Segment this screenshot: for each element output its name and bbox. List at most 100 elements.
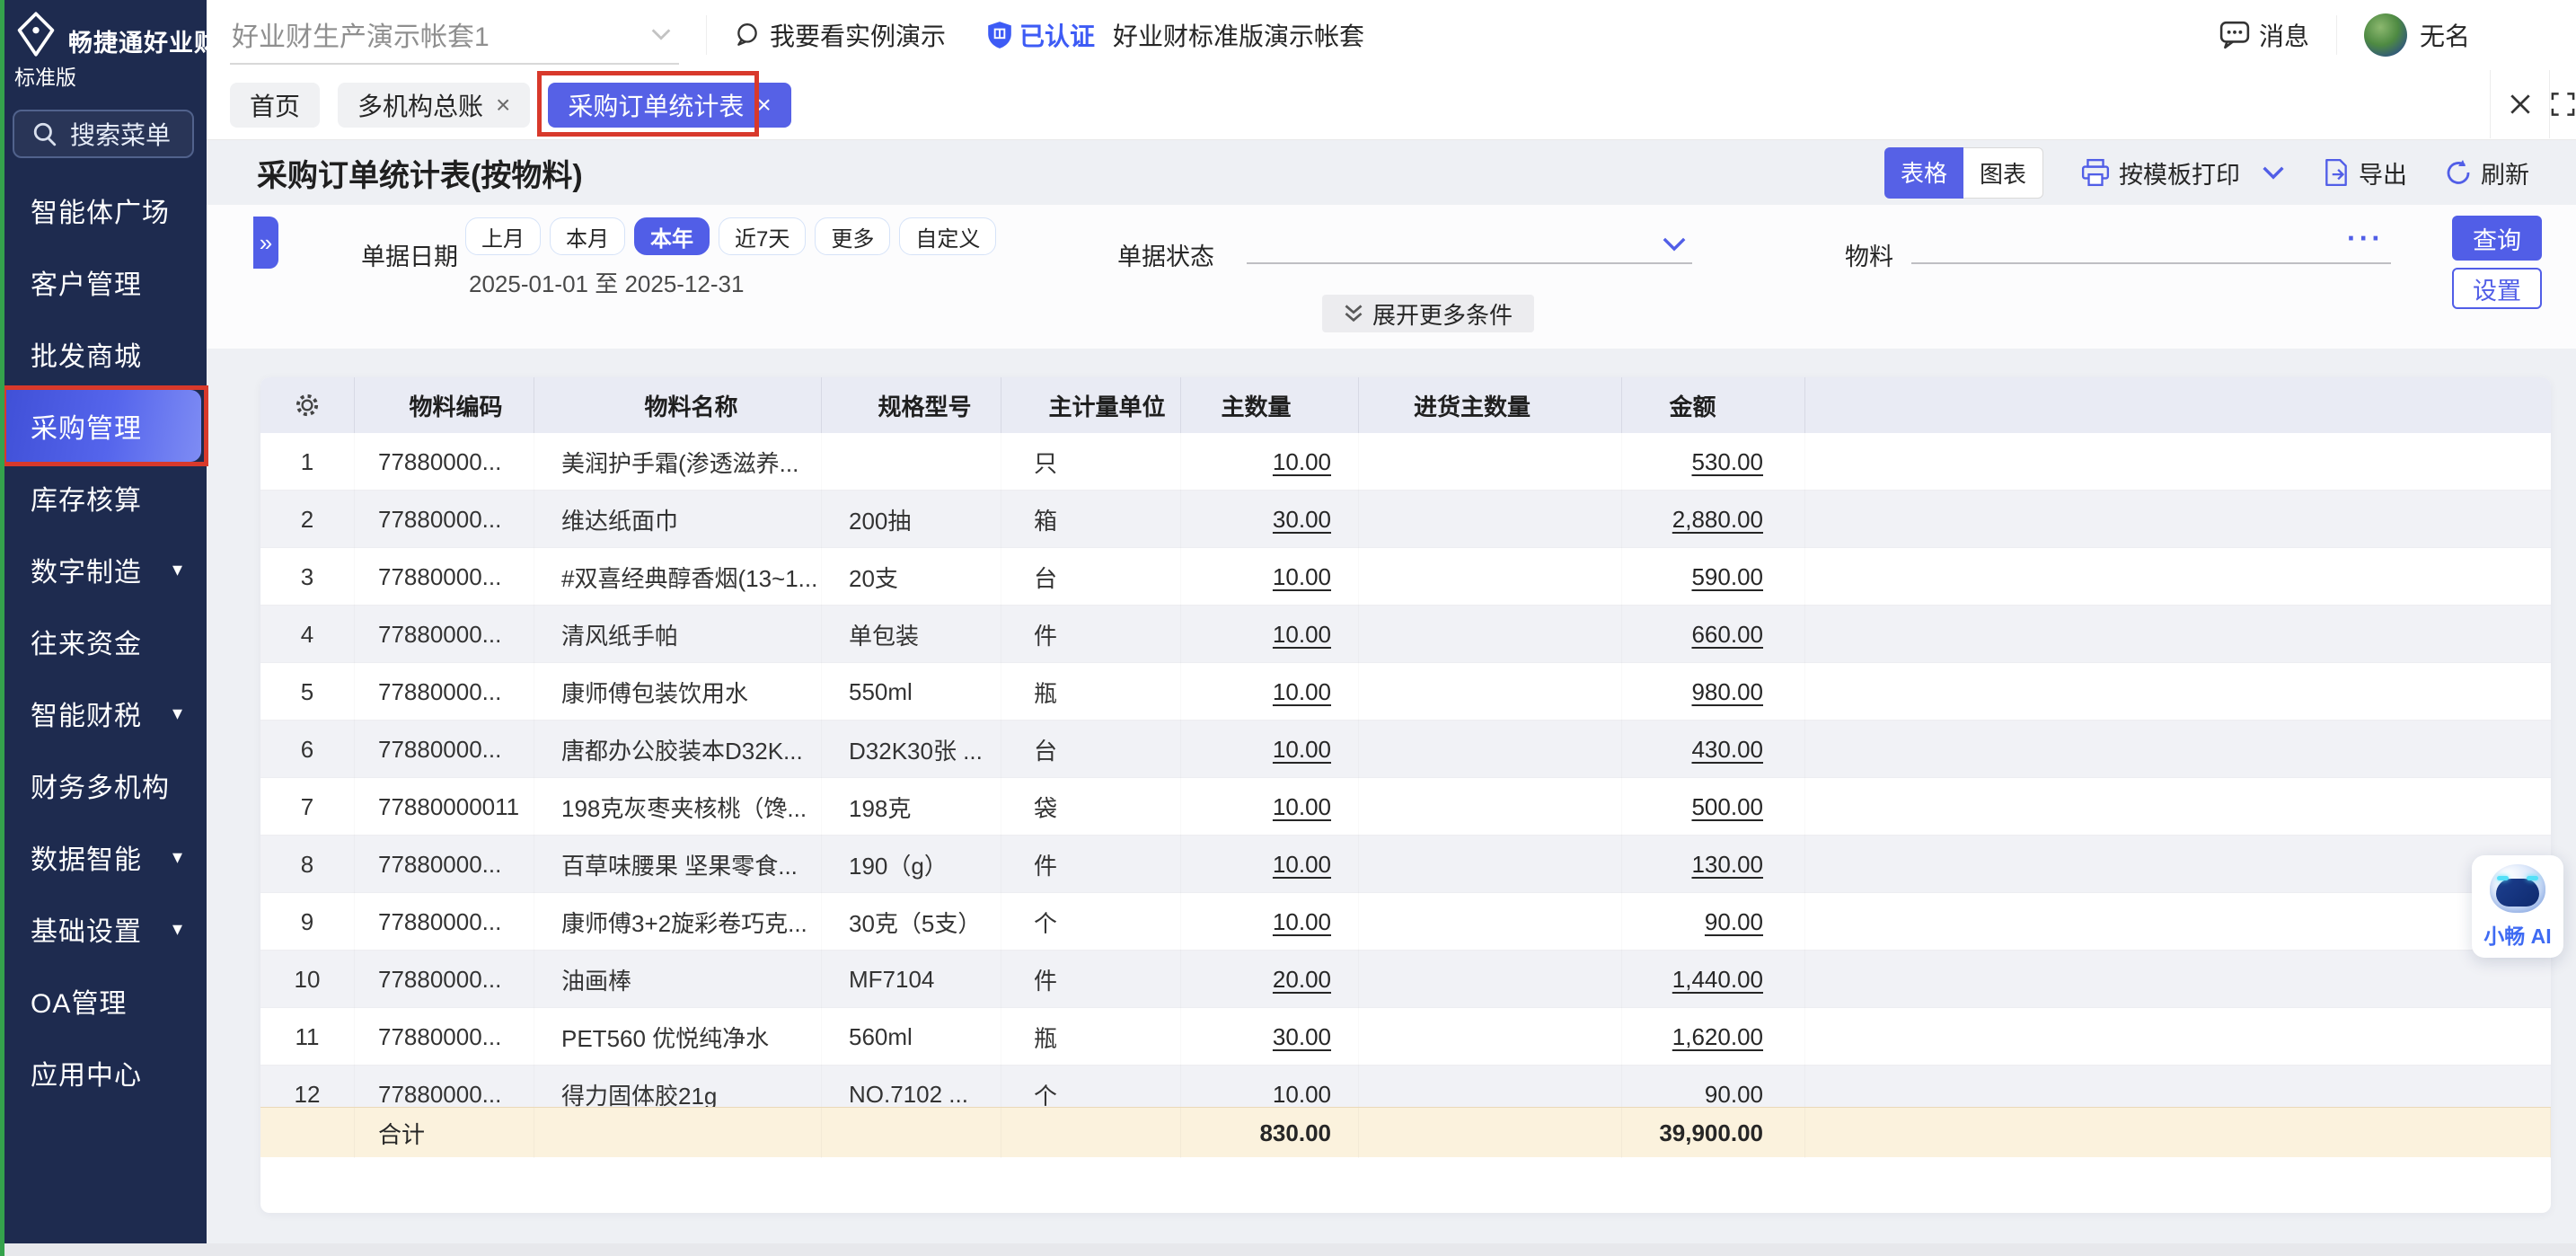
cell-unit: 件: [1001, 951, 1181, 1008]
date-preset-pill[interactable]: 自定义: [899, 217, 996, 255]
gear-icon[interactable]: [294, 392, 321, 419]
message-icon: [2219, 21, 2250, 49]
export-icon: [2323, 158, 2350, 187]
qty-link[interactable]: 10.00: [1273, 1081, 1331, 1108]
tab-采购订单统计表[interactable]: 采购订单统计表×: [548, 83, 790, 128]
cell-code: 77880000...: [355, 548, 534, 606]
tab-close-icon[interactable]: ×: [496, 91, 510, 119]
sidebar-item[interactable]: 往来资金: [0, 606, 207, 677]
sidebar-item[interactable]: 基础设置▾: [0, 893, 207, 965]
verified-badge[interactable]: 已认证: [987, 17, 1095, 53]
tab-多机构总账[interactable]: 多机构总账 ×: [338, 83, 530, 128]
amount-link[interactable]: 980.00: [1691, 678, 1763, 706]
cell-amount: 980.00: [1622, 663, 1805, 721]
export-button[interactable]: 导出: [2323, 155, 2407, 190]
material-input[interactable]: ···: [1911, 214, 2391, 264]
account-selector[interactable]: 好业财生产演示帐套1: [230, 5, 679, 65]
amount-link[interactable]: 90.00: [1705, 1081, 1763, 1108]
cell-unit: 瓶: [1001, 1008, 1181, 1066]
date-preset-pill[interactable]: 本年: [634, 217, 710, 255]
refresh-button[interactable]: 刷新: [2445, 155, 2529, 190]
sidebar-item[interactable]: 采购管理: [0, 390, 201, 462]
cell-rownum: 10: [260, 951, 355, 1008]
status-select[interactable]: [1247, 214, 1692, 264]
view-table-button[interactable]: 表格: [1884, 147, 1963, 199]
collapse-filter-button[interactable]: »: [253, 217, 278, 269]
sidebar-item-label: 往来资金: [31, 622, 142, 661]
sidebar-item[interactable]: 智能体广场: [0, 174, 207, 246]
sidebar-item[interactable]: 库存核算: [0, 462, 207, 534]
avatar[interactable]: [2364, 13, 2407, 57]
col-header-rownum[interactable]: [260, 377, 355, 433]
cell-qty: 10.00: [1181, 433, 1359, 491]
close-icon[interactable]: [2490, 70, 2549, 138]
cell-rownum: 9: [260, 893, 355, 951]
sidebar-search-input[interactable]: 搜索菜单: [13, 110, 194, 158]
table-row: 577880000...康师傅包装饮用水550ml瓶10.00980.00: [260, 663, 2551, 721]
qty-link[interactable]: 20.00: [1273, 966, 1331, 994]
query-button[interactable]: 查询: [2452, 216, 2542, 261]
qty-link[interactable]: 10.00: [1273, 851, 1331, 879]
spec: [822, 1108, 1001, 1158]
sidebar-item[interactable]: 批发商城: [0, 318, 207, 390]
amount-link[interactable]: 2,880.00: [1672, 506, 1763, 534]
qty-link[interactable]: 10.00: [1273, 736, 1331, 764]
amount-link[interactable]: 660.00: [1691, 621, 1763, 649]
page-title: 采购订单统计表(按物料): [257, 151, 583, 195]
sidebar-item-label: 数据智能: [31, 837, 142, 877]
table-body: 177880000...美润护手霜(渗透滋养...只10.00530.00277…: [260, 433, 2551, 1107]
date-filter-label: 单据日期: [361, 237, 458, 272]
amount-link[interactable]: 90.00: [1705, 908, 1763, 936]
sidebar-item[interactable]: 应用中心: [0, 1037, 207, 1109]
qty-link[interactable]: 10.00: [1273, 793, 1331, 821]
unit: [1001, 1108, 1181, 1158]
total-amount: 39,900.00: [1622, 1108, 1805, 1158]
qty-link[interactable]: 10.00: [1273, 621, 1331, 649]
date-preset-pill[interactable]: 更多: [815, 217, 890, 255]
table-row: 877880000...百草味腰果 坚果零食...190（g）件10.00130…: [260, 836, 2551, 893]
tab-label: 多机构总账: [357, 87, 483, 123]
date-preset-pill[interactable]: 近7天: [719, 217, 806, 255]
amount-link[interactable]: 1,620.00: [1672, 1023, 1763, 1051]
cell-purchase_qty: [1359, 778, 1622, 836]
amount-link[interactable]: 500.00: [1691, 793, 1763, 821]
qty-link[interactable]: 10.00: [1273, 563, 1331, 591]
amount-link[interactable]: 430.00: [1691, 736, 1763, 764]
qty-link[interactable]: 10.00: [1273, 448, 1331, 476]
date-preset-pill[interactable]: 上月: [465, 217, 541, 255]
print-button[interactable]: 按模板打印: [2081, 155, 2285, 190]
amount-link[interactable]: 1,440.00: [1672, 966, 1763, 994]
tab-close-icon[interactable]: ×: [756, 91, 771, 119]
sidebar-item[interactable]: 客户管理: [0, 246, 207, 318]
table-row: 177880000...美润护手霜(渗透滋养...只10.00530.00: [260, 433, 2551, 491]
tab-首页[interactable]: 首页: [230, 83, 320, 128]
sidebar-item[interactable]: 数字制造▾: [0, 534, 207, 606]
sidebar-item[interactable]: OA管理: [0, 965, 207, 1037]
view-chart-button[interactable]: 图表: [1963, 147, 2043, 199]
messages-label: 消息: [2259, 17, 2309, 53]
sidebar-item[interactable]: 数据智能▾: [0, 821, 207, 893]
demo-link-label: 我要看实例演示: [770, 17, 946, 53]
more-options-icon[interactable]: ···: [2347, 222, 2384, 255]
cell-code: 77880000...: [355, 893, 534, 951]
cell-name: 得力固体胶21g: [534, 1066, 822, 1107]
sidebar-item[interactable]: 财务多机构: [0, 749, 207, 821]
qty-link[interactable]: 30.00: [1273, 1023, 1331, 1051]
cell-purchase_qty: [1359, 491, 1622, 548]
date-preset-pill[interactable]: 本月: [550, 217, 625, 255]
date-range-value[interactable]: 2025-01-01 至 2025-12-31: [469, 266, 744, 299]
messages-button[interactable]: 消息: [2219, 17, 2309, 53]
ai-assistant-widget[interactable]: 小畅 AI: [2472, 855, 2563, 958]
settings-button[interactable]: 设置: [2452, 268, 2542, 309]
fullscreen-icon[interactable]: [2549, 70, 2576, 138]
sidebar-item[interactable]: 智能财税▾: [0, 677, 207, 749]
qty-link[interactable]: 10.00: [1273, 678, 1331, 706]
amount-link[interactable]: 530.00: [1691, 448, 1763, 476]
expand-more-button[interactable]: 展开更多条件: [1322, 295, 1534, 332]
amount-link[interactable]: 130.00: [1691, 851, 1763, 879]
qty-link[interactable]: 30.00: [1273, 506, 1331, 534]
qty-link[interactable]: 10.00: [1273, 908, 1331, 936]
cell-name: 唐都办公胶装本D32K...: [534, 721, 822, 778]
demo-link[interactable]: 我要看实例演示: [734, 17, 946, 53]
amount-link[interactable]: 590.00: [1691, 563, 1763, 591]
